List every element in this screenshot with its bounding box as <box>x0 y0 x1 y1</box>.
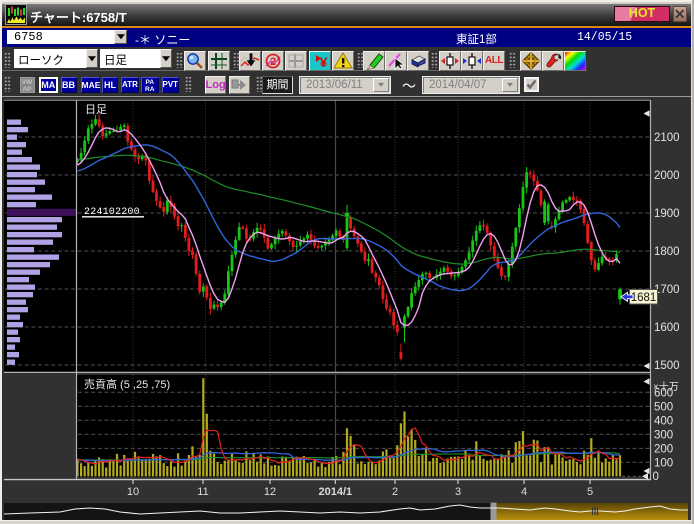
svg-text:400: 400 <box>654 415 673 427</box>
svg-text:10: 10 <box>127 486 139 498</box>
svg-text:5: 5 <box>587 486 593 498</box>
svg-text:500: 500 <box>654 401 673 413</box>
svg-text:2: 2 <box>392 486 398 498</box>
svg-text:12: 12 <box>264 486 276 498</box>
svg-text:2000: 2000 <box>654 170 680 182</box>
svg-text:600: 600 <box>654 387 673 399</box>
svg-text:11: 11 <box>197 486 208 498</box>
svg-text:1500: 1500 <box>654 360 680 372</box>
svg-text:1900: 1900 <box>654 208 680 220</box>
svg-text:2100: 2100 <box>654 132 680 144</box>
svg-text:2014/1: 2014/1 <box>318 486 352 498</box>
svg-text:日足: 日足 <box>85 104 107 116</box>
svg-text:3: 3 <box>455 486 461 498</box>
svg-text:100: 100 <box>654 457 673 469</box>
svg-text:200: 200 <box>654 443 673 455</box>
svg-text:1800: 1800 <box>654 246 680 258</box>
svg-text:売貢高 (5 ,25 ,75): 売貢高 (5 ,25 ,75) <box>84 377 170 391</box>
svg-text:4: 4 <box>521 486 527 498</box>
svg-text:0: 0 <box>653 471 659 483</box>
svg-text:300: 300 <box>654 429 673 441</box>
svg-text:1681: 1681 <box>631 292 657 304</box>
svg-text:1600: 1600 <box>654 322 680 334</box>
